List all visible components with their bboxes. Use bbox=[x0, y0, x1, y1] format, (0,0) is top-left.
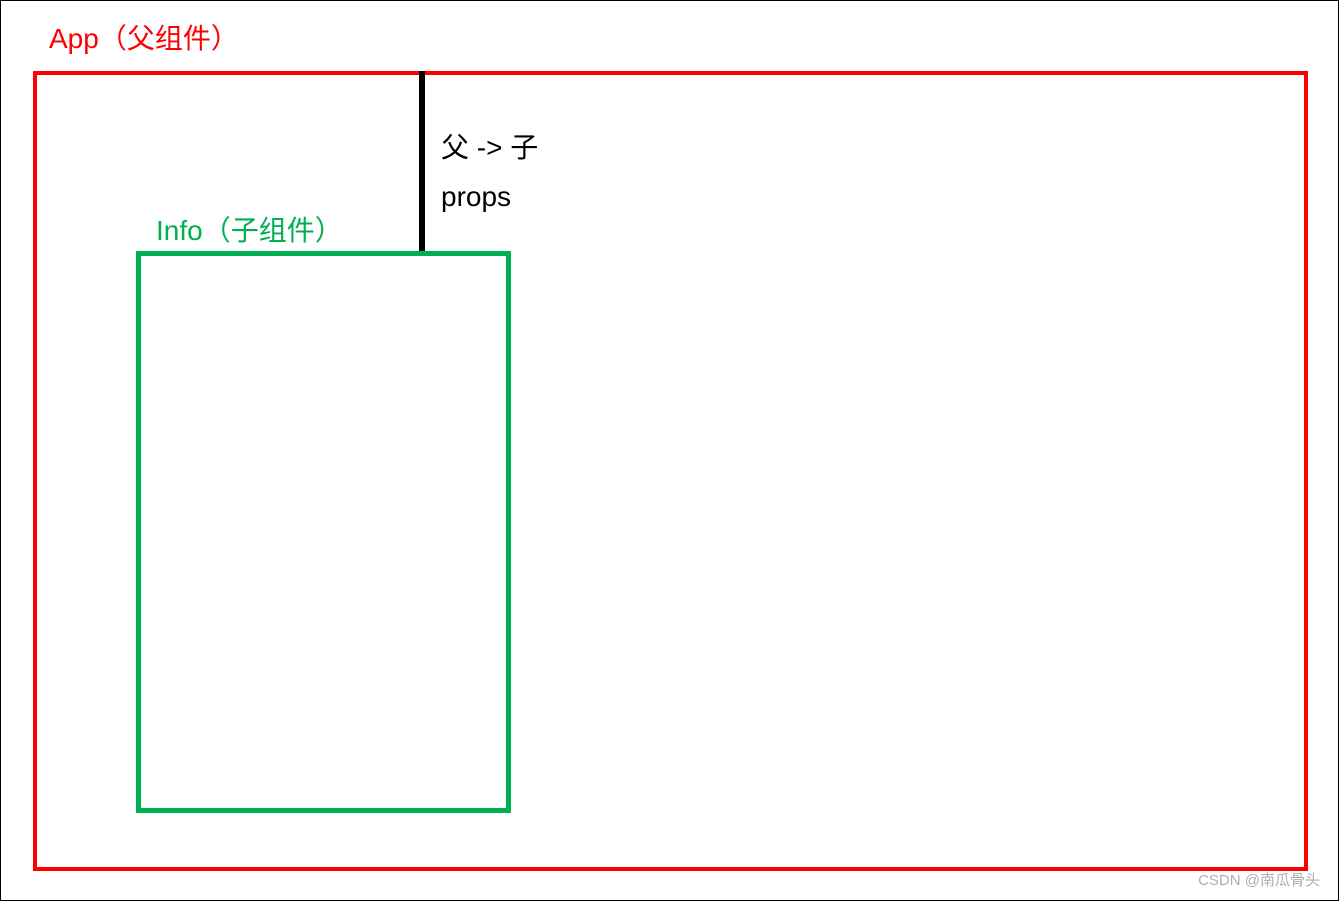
child-component-box bbox=[136, 251, 511, 813]
flow-mechanism-label: props bbox=[441, 181, 511, 213]
child-component-label: Info（子组件） bbox=[156, 209, 343, 249]
watermark-text: CSDN @南瓜骨头 bbox=[1198, 869, 1320, 890]
diagram-canvas: App（父组件） 父 -> 子 props Info（子组件） CSDN @南瓜… bbox=[1, 1, 1338, 900]
flow-direction-label: 父 -> 子 bbox=[441, 126, 538, 166]
parent-component-label: App（父组件） bbox=[49, 17, 239, 57]
connector-line bbox=[419, 71, 425, 255]
